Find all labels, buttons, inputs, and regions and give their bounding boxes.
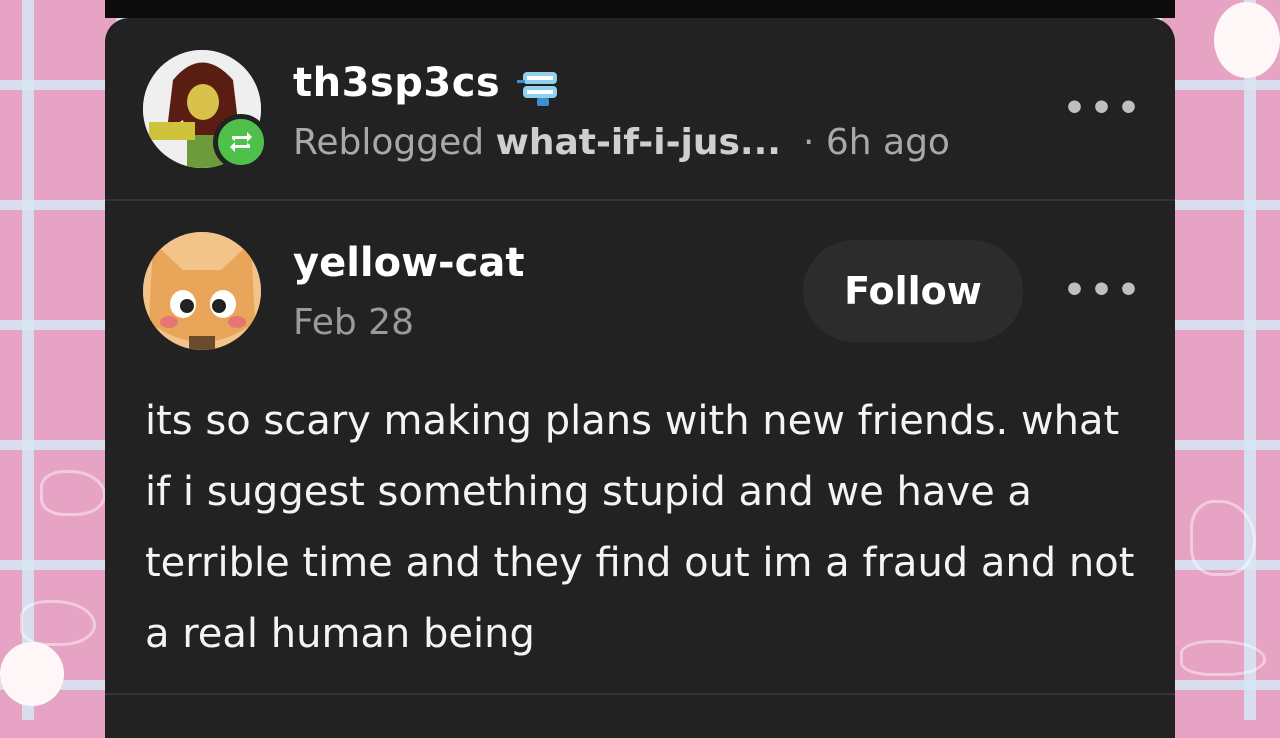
decorative-squiggle [20,600,96,646]
post-card: th3sp3cs Reblogged what-if-i-jus... · 6h … [105,18,1175,738]
top-bar [105,0,1175,18]
post-date: Feb 28 [293,302,414,343]
decorative-squiggle [40,470,106,516]
decorative-circle [0,642,64,706]
decorative-squiggle [1190,500,1256,576]
reblog-meta: Reblogged what-if-i-jus... · 6h ago [293,122,950,163]
follow-button[interactable]: Follow [803,240,1023,342]
decorative-squiggle [1180,640,1266,676]
post-time: · 6h ago [802,122,950,163]
author-username[interactable]: yellow-cat [293,240,524,286]
reblogged-label: Reblogged [293,122,485,163]
reblogger-username[interactable]: th3sp3cs [293,60,500,106]
divider [105,693,1175,695]
reblogged-from-link[interactable]: what-if-i-jus... [496,122,781,163]
more-dots-icon[interactable]: ••• [1063,88,1144,129]
avatar-image [143,232,261,350]
reblog-badge [213,114,269,170]
post-body: its so scary making plans with new frien… [145,398,1135,657]
more-dots-icon[interactable]: ••• [1063,270,1144,311]
decorative-circle [1214,2,1280,78]
reblog-arrows-icon [230,132,252,152]
divider [105,199,1175,201]
chattering-teeth-icon [517,68,567,108]
author-avatar[interactable] [143,232,261,350]
